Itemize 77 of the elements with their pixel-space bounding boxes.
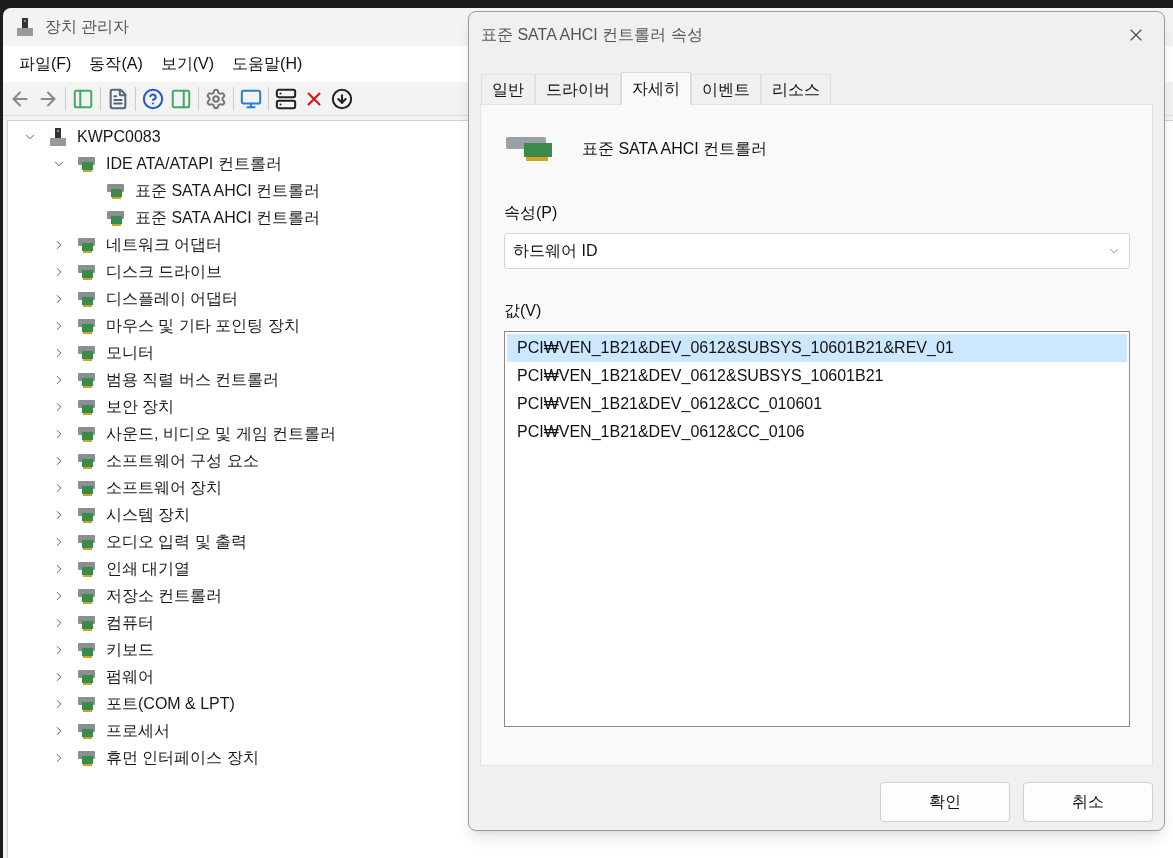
tree-item[interactable]: 마우스 및 기타 포인팅 장치 — [106, 313, 300, 338]
tree-item[interactable]: 휴먼 인터페이스 장치 — [106, 745, 259, 770]
tree-item[interactable]: 표준 SATA AHCI 컨트롤러 — [135, 205, 321, 230]
device-icon — [77, 451, 97, 470]
window-title: 장치 관리자 — [45, 17, 130, 37]
device-icon — [77, 559, 97, 578]
tree-item[interactable]: 펌웨어 — [106, 664, 154, 689]
property-dropdown[interactable]: 하드웨어 ID — [504, 233, 1130, 269]
computer-icon — [48, 126, 68, 147]
device-icon — [77, 640, 97, 659]
device-icon — [77, 397, 97, 416]
list-item[interactable]: PCI₩VEN_1B21&DEV_0612&CC_010601 — [507, 390, 1127, 418]
tree-item[interactable]: 저장소 컨트롤러 — [106, 583, 223, 608]
help-icon[interactable] — [142, 87, 164, 110]
tree-item[interactable]: 키보드 — [106, 637, 154, 662]
device-icon — [77, 667, 97, 686]
tree-item[interactable]: KWPC0083 — [77, 124, 161, 149]
menu-item[interactable]: 동작(A) — [81, 52, 151, 76]
device-icon[interactable] — [275, 87, 297, 110]
tree-item[interactable]: 범용 직렬 버스 컨트롤러 — [106, 367, 280, 392]
device-icon — [77, 478, 97, 497]
tree-item[interactable]: 인쇄 대기열 — [106, 556, 191, 581]
value-label: 값(V) — [504, 301, 543, 321]
panel-icon[interactable] — [72, 87, 94, 110]
device-icon — [77, 343, 97, 362]
menu-item[interactable]: 도움말(H) — [224, 52, 311, 76]
device-icon — [77, 289, 97, 308]
tree-item[interactable]: 디스크 드라이브 — [106, 259, 223, 284]
tab[interactable]: 드라이버 — [535, 74, 621, 104]
tree-item[interactable]: 모니터 — [106, 340, 154, 365]
dialog-button[interactable]: 확인 — [880, 782, 1010, 822]
tab[interactable]: 일반 — [481, 74, 535, 104]
tree-item[interactable]: 오디오 입력 및 출력 — [106, 529, 248, 554]
device-icon — [77, 235, 97, 254]
list-item[interactable]: PCI₩VEN_1B21&DEV_0612&SUBSYS_10601B21 — [507, 362, 1127, 390]
tree-item[interactable]: 소프트웨어 구성 요소 — [106, 448, 259, 473]
device-icon — [77, 613, 97, 632]
device-icon — [77, 721, 97, 740]
device-name: 표준 SATA AHCI 컨트롤러 — [582, 139, 768, 159]
device-icon — [77, 532, 97, 551]
menu-item[interactable]: 보기(V) — [152, 52, 223, 76]
tree-item[interactable]: 소프트웨어 장치 — [106, 475, 223, 500]
tree-item[interactable]: 보안 장치 — [106, 394, 175, 419]
property-label: 속성(P) — [504, 203, 559, 223]
tree-item[interactable]: 디스플레이 어댑터 — [106, 286, 239, 311]
properties-sheet-icon[interactable] — [107, 87, 129, 110]
dialog-title: 표준 SATA AHCI 컨트롤러 속성 — [481, 25, 703, 45]
device-icon — [77, 424, 97, 443]
device-icon — [77, 586, 97, 605]
tree-item[interactable]: 사운드, 비디오 및 게임 컨트롤러 — [106, 421, 337, 446]
tab[interactable]: 리소스 — [761, 74, 831, 104]
device-icon — [106, 208, 126, 227]
device-icon — [77, 316, 97, 335]
tab[interactable]: 자세히 — [621, 72, 691, 105]
panel-icon[interactable] — [170, 87, 192, 110]
menu-item[interactable]: 파일(F) — [11, 52, 80, 76]
tree-item[interactable]: 컴퓨터 — [106, 610, 154, 635]
gear-icon[interactable] — [205, 87, 227, 110]
tree-item[interactable]: 포트(COM & LPT) — [106, 691, 235, 716]
list-item[interactable]: PCI₩VEN_1B21&DEV_0612&SUBSYS_10601B21&REV_01 — [507, 334, 1127, 362]
tree-item[interactable]: 네트워크 어댑터 — [106, 232, 223, 257]
device-icon — [77, 154, 97, 173]
computer-icon — [15, 17, 35, 37]
list-item[interactable]: PCI₩VEN_1B21&DEV_0612&CC_0106 — [507, 418, 1127, 446]
monitor-icon[interactable] — [240, 87, 262, 110]
device-icon — [106, 181, 126, 200]
device-icon — [77, 694, 97, 713]
device-icon — [77, 262, 97, 281]
device-icon — [77, 370, 97, 389]
tree-item[interactable]: 프로세서 — [106, 718, 170, 743]
tab[interactable]: 이벤트 — [691, 74, 761, 104]
device-icon — [77, 505, 97, 524]
tree-item[interactable]: 표준 SATA AHCI 컨트롤러 — [135, 178, 321, 203]
tree-item[interactable]: IDE ATA/ATAPI 컨트롤러 — [106, 151, 282, 176]
device-icon — [77, 748, 97, 767]
tree-item[interactable]: 시스템 장치 — [106, 502, 191, 527]
dialog-button[interactable]: 취소 — [1023, 782, 1153, 822]
